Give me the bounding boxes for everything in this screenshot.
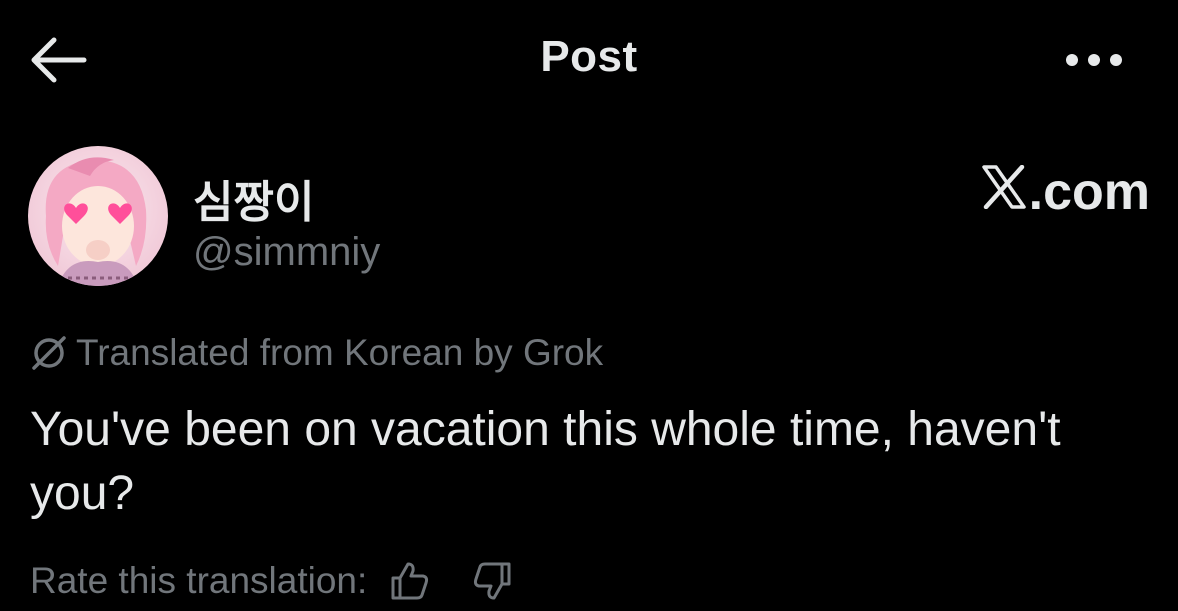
more-horizontal-icon [1066,54,1122,66]
avatar-image [28,146,168,286]
top-bar: Post [0,0,1178,120]
slashed-circle-icon [30,334,68,372]
translation-notice: Translated from Korean by Grok [30,332,603,374]
author-row: 심짱이 @simmniy .com [28,146,1150,291]
brand-text: .com [1028,163,1150,221]
x-logo-icon [981,162,1027,222]
translation-notice-text: Translated from Korean by Grok [76,332,604,373]
page-title: Post [540,32,638,81]
rate-translation-row: Rate this translation: [30,560,513,602]
rate-translation-label: Rate this translation: [30,560,368,601]
more-options-button[interactable] [1064,48,1124,72]
display-name[interactable]: 심짱이 [193,166,314,230]
thumbs-up-icon [391,562,429,600]
post-text: You've been on vacation this whole time,… [30,403,1061,520]
thumbs-down-icon [474,562,511,600]
thumbs-down-button[interactable] [471,560,513,602]
user-handle[interactable]: @simmniy [193,230,380,275]
avatar[interactable] [28,146,168,286]
brand-watermark: .com [981,162,1150,222]
thumbs-up-button[interactable] [389,560,431,602]
